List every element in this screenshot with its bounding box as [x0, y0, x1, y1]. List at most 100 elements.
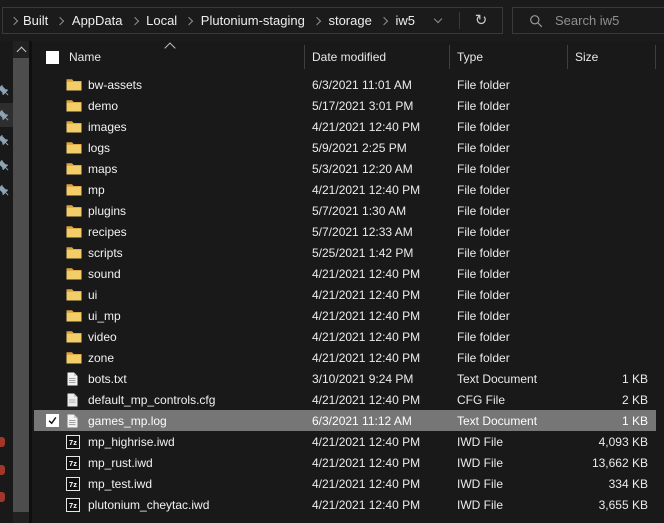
search-box[interactable]: Search iw5: [512, 7, 664, 34]
column-header-size[interactable]: Size: [568, 45, 656, 69]
file-type: File folder: [450, 351, 568, 365]
file-row[interactable]: default_mp_controls.cfg4/21/2021 12:40 P…: [34, 389, 656, 410]
breadcrumb-item[interactable]: iw5: [395, 13, 415, 28]
file-type: File folder: [450, 120, 568, 134]
pushpin-icon[interactable]: [0, 159, 11, 173]
file-row[interactable]: mp4/21/2021 12:40 PMFile folder: [34, 179, 656, 200]
file-date-modified: 4/21/2021 12:40 PM: [305, 309, 450, 323]
file-type: File folder: [450, 78, 568, 92]
cfg-file-icon: [64, 393, 86, 407]
file-row[interactable]: logs5/9/2021 2:25 PMFile folder: [34, 137, 656, 158]
file-row[interactable]: 7zplutonium_cheytac.iwd4/21/2021 12:40 P…: [34, 494, 656, 515]
vertical-scrollbar[interactable]: [13, 41, 32, 523]
pushpin-icon[interactable]: [0, 84, 11, 98]
select-all-checkbox-slot: [40, 45, 64, 69]
column-header-date-modified[interactable]: Date modified: [305, 45, 450, 69]
file-date-modified: 4/21/2021 12:40 PM: [305, 267, 450, 281]
svg-text:7z: 7z: [69, 480, 77, 489]
file-type: File folder: [450, 141, 568, 155]
breadcrumb-separator-icon: [185, 16, 193, 24]
file-size: 2 KB: [568, 393, 656, 407]
file-row[interactable]: 7zmp_test.iwd4/21/2021 12:40 PMIWD File3…: [34, 473, 656, 494]
folder-icon: [64, 78, 86, 91]
svg-text:7z: 7z: [69, 459, 77, 468]
scrollbar-up-arrow[interactable]: [13, 41, 29, 57]
breadcrumb: Built AppData Local Plutonium-staging storag…: [21, 13, 417, 28]
file-row[interactable]: recipes5/7/2021 12:33 AMFile folder: [34, 221, 656, 242]
file-name: maps: [86, 162, 305, 176]
folder-icon: [64, 162, 86, 175]
row-checkbox[interactable]: [46, 414, 59, 427]
breadcrumb-separator-icon: [130, 16, 138, 24]
pushpin-icon[interactable]: [0, 134, 11, 148]
red-icon-fragment: [0, 465, 5, 475]
file-date-modified: 4/21/2021 12:40 PM: [305, 477, 450, 491]
file-date-modified: 4/21/2021 12:40 PM: [305, 351, 450, 365]
folder-icon: [64, 288, 86, 301]
file-type: File folder: [450, 204, 568, 218]
file-row[interactable]: ui4/21/2021 12:40 PMFile folder: [34, 284, 656, 305]
file-row[interactable]: plugins5/7/2021 1:30 AMFile folder: [34, 200, 656, 221]
breadcrumb-separator-icon: [313, 16, 321, 24]
folder-icon: [64, 351, 86, 364]
svg-text:7z: 7z: [69, 438, 77, 447]
breadcrumb-item[interactable]: Built: [23, 13, 48, 28]
file-row[interactable]: bw-assets6/3/2021 11:01 AMFile folder: [34, 74, 656, 95]
chevron-up-icon: [16, 46, 26, 56]
iwd-archive-7z-icon: 7z: [64, 435, 86, 449]
file-rows: bw-assets6/3/2021 11:01 AMFile folderdem…: [34, 74, 664, 515]
text-document-icon: [64, 414, 86, 428]
file-name: mp_rust.iwd: [86, 456, 305, 470]
breadcrumb-item[interactable]: storage: [328, 13, 371, 28]
file-size: 1 KB: [568, 414, 656, 428]
file-row[interactable]: bots.txt3/10/2021 9:24 PMText Document1 …: [34, 368, 656, 389]
file-row[interactable]: maps5/3/2021 12:20 AMFile folder: [34, 158, 656, 179]
file-type: Text Document: [450, 372, 568, 386]
file-type: IWD File: [450, 498, 568, 512]
text-document-icon: [64, 372, 86, 386]
file-row[interactable]: 7zmp_rust.iwd4/21/2021 12:40 PMIWD File1…: [34, 452, 656, 473]
file-row[interactable]: demo5/17/2021 3:01 PMFile folder: [34, 95, 656, 116]
file-name: ui_mp: [86, 309, 305, 323]
file-row[interactable]: video4/21/2021 12:40 PMFile folder: [34, 326, 656, 347]
folder-icon: [64, 267, 86, 280]
svg-text:7z: 7z: [69, 501, 77, 510]
file-size: 1 KB: [568, 372, 656, 386]
column-header-type[interactable]: Type: [450, 45, 568, 69]
file-date-modified: 4/21/2021 12:40 PM: [305, 330, 450, 344]
breadcrumb-item[interactable]: Local: [146, 13, 177, 28]
file-type: IWD File: [450, 456, 568, 470]
file-row[interactable]: ui_mp4/21/2021 12:40 PMFile folder: [34, 305, 656, 326]
file-name: mp: [86, 183, 305, 197]
file-name: bots.txt: [86, 372, 305, 386]
file-name: mp_highrise.iwd: [86, 435, 305, 449]
file-row[interactable]: 7zmp_highrise.iwd4/21/2021 12:40 PMIWD F…: [34, 431, 656, 452]
folder-icon: [64, 204, 86, 217]
file-row[interactable]: games_mp.log6/3/2021 11:12 AMText Docume…: [34, 410, 656, 431]
file-name: logs: [86, 141, 305, 155]
file-row[interactable]: images4/21/2021 12:40 PMFile folder: [34, 116, 656, 137]
file-name: images: [86, 120, 305, 134]
file-row[interactable]: sound4/21/2021 12:40 PMFile folder: [34, 263, 656, 284]
refresh-button[interactable]: ↻: [460, 8, 502, 33]
file-name: default_mp_controls.cfg: [86, 393, 305, 407]
file-row[interactable]: zone4/21/2021 12:40 PMFile folder: [34, 347, 656, 368]
column-headers: Name Date modified Type Size: [34, 41, 664, 73]
column-header-name[interactable]: Name: [64, 45, 305, 69]
file-name: sound: [86, 267, 305, 281]
breadcrumb-item[interactable]: AppData: [72, 13, 123, 28]
file-type: File folder: [450, 288, 568, 302]
breadcrumb-item[interactable]: Plutonium-staging: [201, 13, 305, 28]
scrollbar-thumb[interactable]: [13, 58, 29, 512]
address-bar[interactable]: Built AppData Local Plutonium-staging storag…: [2, 7, 503, 34]
file-date-modified: 4/21/2021 12:40 PM: [305, 393, 450, 407]
file-name: ui: [86, 288, 305, 302]
file-type: File folder: [450, 309, 568, 323]
address-dropdown-button[interactable]: [417, 8, 459, 33]
select-all-checkbox[interactable]: [46, 51, 59, 64]
file-row[interactable]: scripts5/25/2021 1:42 PMFile folder: [34, 242, 656, 263]
pushpin-icon[interactable]: [0, 184, 11, 198]
pushpin-icon[interactable]: [0, 109, 11, 123]
folder-icon: [64, 99, 86, 112]
row-checkbox-slot: [40, 414, 64, 427]
